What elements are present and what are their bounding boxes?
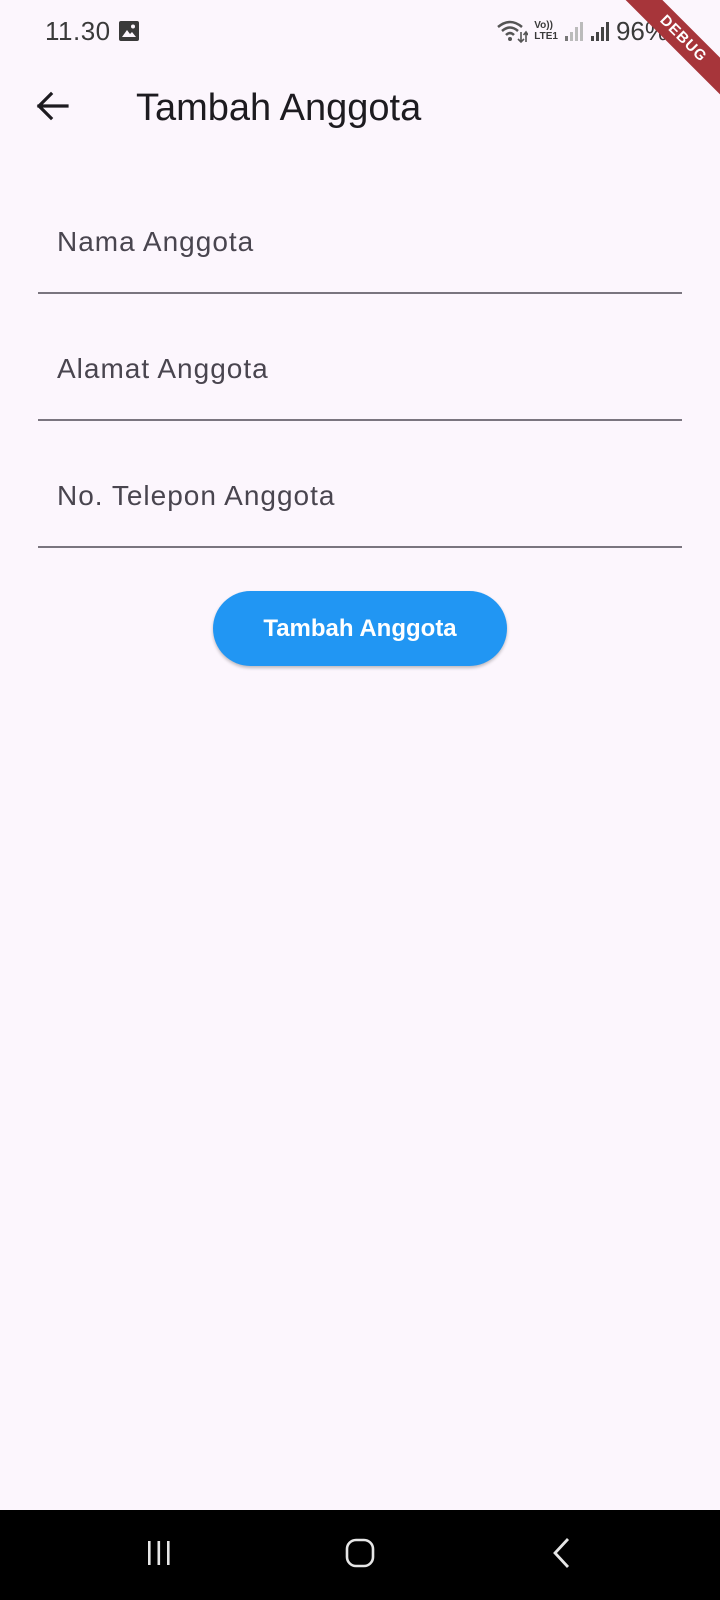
phone-field-placeholder: No. Telepon Anggota [57,480,336,511]
home-icon [344,1537,376,1574]
app-bar: Tambah Anggota [0,64,720,160]
address-field[interactable]: Alamat Anggota [38,327,682,421]
volte-icon: Vo)) LTE1 [534,20,558,42]
arrow-back-icon [35,91,69,126]
page-title: Tambah Anggota [136,87,422,129]
back-icon [550,1537,574,1574]
member-form: Nama Anggota Alamat Anggota No. Telepon … [38,200,682,581]
add-member-button[interactable]: Tambah Anggota [213,591,507,666]
recents-icon [144,1539,174,1572]
phone-field[interactable]: No. Telepon Anggota [38,454,682,548]
wifi-icon [496,18,529,44]
home-button[interactable] [338,1535,382,1575]
address-field-placeholder: Alamat Anggota [57,353,269,384]
name-field[interactable]: Nama Anggota [38,200,682,294]
status-time: 11.30 [45,16,111,46]
volte-label: Vo)) [534,20,553,31]
signal-weak-icon [564,20,584,42]
gallery-icon [118,20,140,42]
lte-label: LTE1 [534,31,558,42]
nav-back-button[interactable] [540,1535,584,1575]
signal-icon [590,20,610,42]
system-nav-bar [0,1510,720,1600]
recents-button[interactable] [137,1535,181,1575]
name-field-placeholder: Nama Anggota [57,226,255,257]
back-button[interactable] [28,84,76,132]
